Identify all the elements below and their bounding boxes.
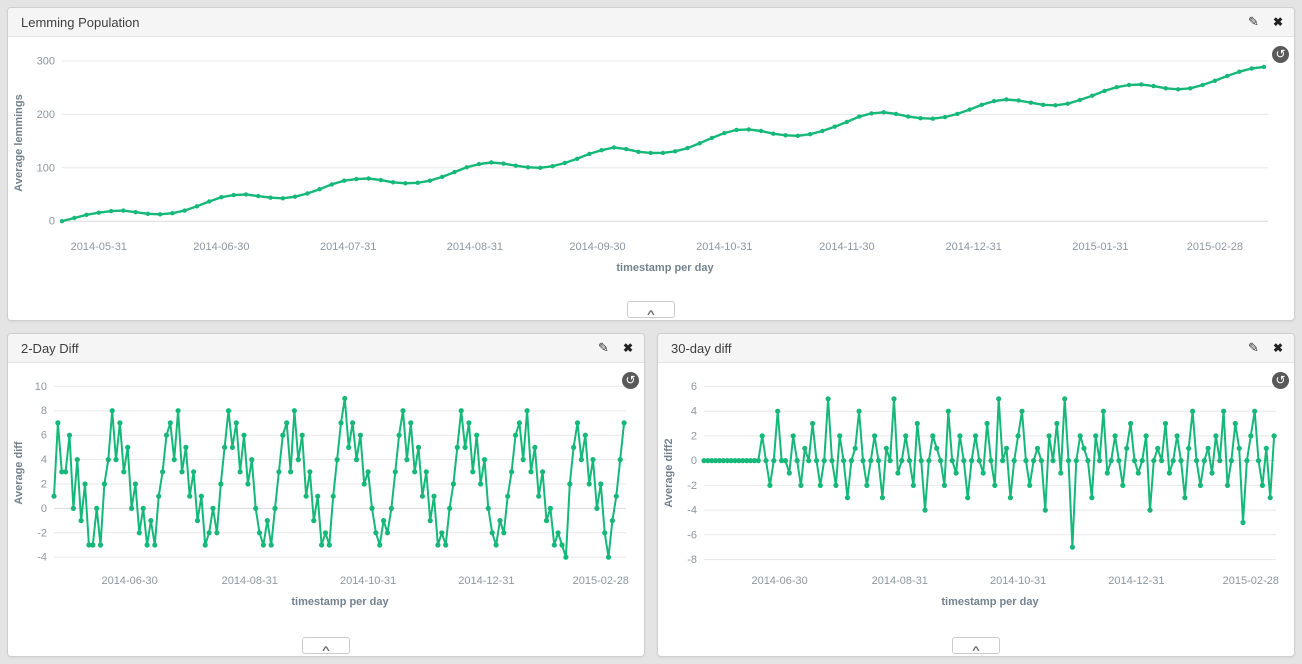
- panel-actions: ✎ ✖: [1248, 340, 1283, 356]
- svg-text:6: 6: [691, 381, 697, 393]
- chart-svg-30-day-diff: -8 -6 -4 -2 0 2 4 6 2014-06-30 2014-08-31 2014-10-…: [658, 363, 1294, 625]
- chart-30-day-diff[interactable]: -8 -6 -4 -2 0 2 4 6 2014-06-30 2014-08-31 2014-10-…: [658, 363, 1294, 625]
- svg-text:0: 0: [691, 455, 697, 467]
- close-icon[interactable]: ✖: [1273, 15, 1283, 29]
- svg-text:200: 200: [37, 109, 55, 121]
- reset-time-icon[interactable]: ↺: [622, 372, 639, 389]
- svg-text:2: 2: [691, 430, 697, 442]
- svg-text:-4: -4: [687, 505, 697, 517]
- svg-text:2014-08-31: 2014-08-31: [222, 575, 278, 587]
- svg-text:100: 100: [37, 162, 55, 174]
- chart-svg-lemming-population: 0 100 200 300 2014-05-31 2014-06-30 2014-07-31…: [8, 37, 1294, 293]
- panel-header: 2-Day Diff ✎ ✖: [8, 334, 644, 363]
- collapse-toggle[interactable]: ∧: [952, 637, 1000, 654]
- panel-actions: ✎ ✖: [1248, 14, 1283, 30]
- collapse-toggle[interactable]: ∧: [302, 637, 350, 654]
- panel-lemming-population: Lemming Population ✎ ✖ 0 100 200 300 2014-05…: [7, 7, 1295, 321]
- plot-brush-area[interactable]: [54, 379, 626, 567]
- x-axis-title: timestamp per day: [941, 596, 1039, 608]
- chevron-up-icon: ∧: [970, 643, 981, 655]
- dashboard: Lemming Population ✎ ✖ 01002003002014-05…: [0, 0, 1302, 664]
- svg-text:2014-06-30: 2014-06-30: [101, 575, 157, 587]
- svg-text:300: 300: [37, 56, 55, 68]
- svg-text:2: 2: [41, 479, 47, 491]
- chart-lemming-population[interactable]: 0 100 200 300 2014-05-31 2014-06-30 2014-07-31…: [8, 37, 1294, 293]
- svg-text:2014-10-31: 2014-10-31: [340, 575, 396, 587]
- x-axis-title: timestamp per day: [291, 596, 389, 608]
- edit-icon[interactable]: ✎: [598, 340, 609, 356]
- svg-text:2014-05-31: 2014-05-31: [71, 241, 127, 253]
- x-axis-title: timestamp per day: [616, 262, 714, 274]
- bottom-row: 2-Day Diff ✎ ✖ -4 -2 0 2 4 6 8 10 2014-06-30 2014…: [7, 333, 1295, 657]
- svg-text:0: 0: [41, 503, 47, 515]
- svg-text:2014-09-30: 2014-09-30: [569, 241, 625, 253]
- svg-text:6: 6: [41, 430, 47, 442]
- svg-text:2014-06-30: 2014-06-30: [751, 575, 807, 587]
- panel-header: 30-day diff ✎ ✖: [658, 334, 1294, 363]
- close-icon[interactable]: ✖: [623, 341, 633, 355]
- chevron-up-icon: ∧: [645, 307, 656, 319]
- svg-text:2015-02-28: 2015-02-28: [573, 575, 629, 587]
- svg-text:2015-02-28: 2015-02-28: [1223, 575, 1279, 587]
- panel-actions: ✎ ✖: [598, 340, 633, 356]
- close-icon[interactable]: ✖: [1273, 341, 1283, 355]
- svg-text:2014-10-31: 2014-10-31: [696, 241, 752, 253]
- svg-text:2014-08-31: 2014-08-31: [872, 575, 928, 587]
- svg-text:-6: -6: [687, 529, 697, 541]
- svg-text:2014-06-30: 2014-06-30: [193, 241, 249, 253]
- edit-icon[interactable]: ✎: [1248, 14, 1259, 30]
- chevron-up-icon: ∧: [320, 643, 331, 655]
- svg-text:2015-01-31: 2015-01-31: [1072, 241, 1128, 253]
- panel-2-day-diff: 2-Day Diff ✎ ✖ -4 -2 0 2 4 6 8 10 2014-06-30 2014…: [7, 333, 645, 657]
- svg-text:4: 4: [41, 454, 47, 466]
- panel-header: Lemming Population ✎ ✖: [8, 8, 1294, 37]
- plot-brush-area[interactable]: [62, 53, 1268, 233]
- svg-text:2014-12-31: 2014-12-31: [1108, 575, 1164, 587]
- svg-text:-8: -8: [687, 554, 697, 566]
- svg-text:-2: -2: [37, 527, 47, 539]
- svg-text:-2: -2: [687, 480, 697, 492]
- svg-text:2014-10-31: 2014-10-31: [990, 575, 1046, 587]
- chart-2-day-diff[interactable]: -4 -2 0 2 4 6 8 10 2014-06-30 2014-08-31 2014-10-3…: [8, 363, 644, 625]
- svg-text:2014-07-31: 2014-07-31: [320, 241, 376, 253]
- panel-title: 30-day diff: [671, 341, 731, 356]
- collapse-toggle[interactable]: ∧: [627, 301, 675, 318]
- svg-text:-4: -4: [37, 552, 47, 564]
- edit-icon[interactable]: ✎: [1248, 340, 1259, 356]
- svg-text:2014-12-31: 2014-12-31: [946, 241, 1002, 253]
- y-axis-title: Average diff: [13, 441, 25, 505]
- y-axis-title: Average diff2: [663, 438, 675, 507]
- panel-30-day-diff: 30-day diff ✎ ✖ -8 -6 -4 -2 0 2 4 6 2014-06-30 20…: [657, 333, 1295, 657]
- svg-text:2014-08-31: 2014-08-31: [447, 241, 503, 253]
- svg-text:2014-11-30: 2014-11-30: [819, 241, 874, 253]
- y-axis-title: Average lemmings: [13, 94, 25, 191]
- svg-text:4: 4: [691, 406, 697, 418]
- panel-title: 2-Day Diff: [21, 341, 79, 356]
- svg-text:10: 10: [35, 381, 47, 393]
- svg-text:8: 8: [41, 405, 47, 417]
- chart-svg-2-day-diff: -4 -2 0 2 4 6 8 10 2014-06-30 2014-08-31 2014-10-3…: [8, 363, 644, 625]
- reset-time-icon[interactable]: ↺: [1272, 46, 1289, 63]
- reset-time-icon[interactable]: ↺: [1272, 372, 1289, 389]
- svg-text:2015-02-28: 2015-02-28: [1187, 241, 1243, 253]
- svg-text:0: 0: [49, 216, 55, 228]
- panel-title: Lemming Population: [21, 15, 140, 30]
- svg-text:2014-12-31: 2014-12-31: [458, 575, 514, 587]
